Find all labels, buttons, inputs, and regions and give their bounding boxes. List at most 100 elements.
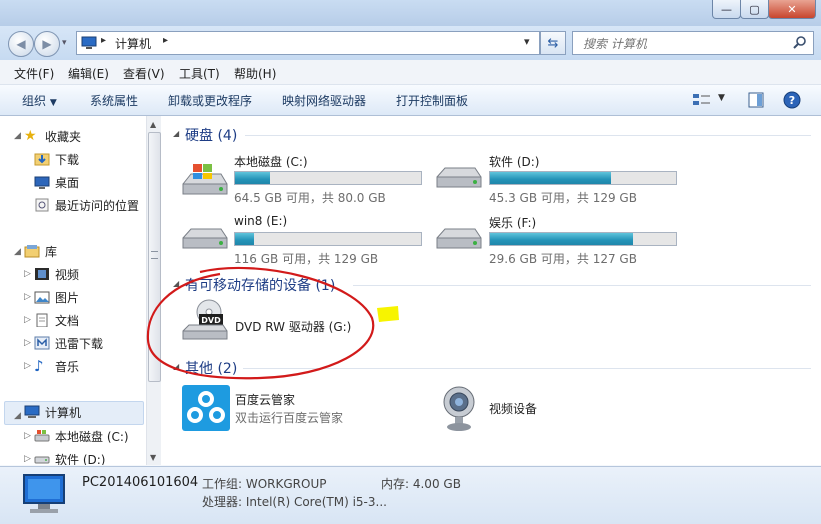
address-dropdown-icon[interactable]: ▾	[524, 35, 530, 48]
collapse-arrow-icon[interactable]: ▷	[24, 315, 31, 325]
menu-file[interactable]: 文件(F)	[14, 65, 54, 82]
history-dropdown-icon[interactable]: ▾	[62, 38, 67, 48]
yellow-highlight-mark	[377, 306, 399, 322]
search-icon[interactable]	[793, 35, 807, 49]
minimize-button[interactable]: —	[712, 0, 741, 19]
collapse-arrow-icon[interactable]: ▷	[24, 338, 31, 348]
drive-c[interactable]: 本地磁盘 (C:) 64.5 GB 可用，共 80.0 GB	[181, 149, 422, 207]
usage-bar-fill	[235, 172, 271, 184]
drive-name: 娱乐 (F:)	[489, 216, 537, 230]
command-bar: 组织 ▼ 系统属性 卸载或更改程序 映射网络驱动器 打开控制面板 ▼ ?	[0, 85, 821, 116]
group-divider	[353, 285, 811, 286]
organize-dropdown-icon: ▼	[49, 98, 57, 108]
help-icon[interactable]: ?	[783, 91, 801, 109]
drive-capacity: 45.3 GB 可用，共 129 GB	[489, 191, 637, 205]
nav-downloads[interactable]: 下载	[34, 149, 79, 169]
group-collapse-icon[interactable]: ◢	[173, 129, 179, 138]
expand-arrow-icon[interactable]: ◢	[14, 411, 21, 421]
close-button[interactable]: ✕	[768, 0, 816, 19]
back-button[interactable]: ◀	[8, 31, 34, 57]
collapse-arrow-icon[interactable]: ▷	[24, 454, 31, 464]
desktop-icon	[34, 176, 50, 189]
change-view-icon[interactable]	[692, 93, 712, 107]
address-crumb-chevron-icon[interactable]: ▸	[163, 35, 168, 46]
drive-d[interactable]: 软件 (D:) 45.3 GB 可用，共 129 GB	[435, 149, 685, 207]
baidu-cloud-item[interactable]: 百度云管家 双击运行百度云管家	[181, 384, 401, 434]
drive-name: 软件 (D:)	[489, 155, 540, 169]
address-separator-icon: ▸	[101, 35, 107, 46]
item-name: 百度云管家	[235, 393, 296, 407]
drive-capacity: 29.6 GB 可用，共 127 GB	[489, 252, 637, 266]
memory-info: 内存: 4.00 GB	[381, 477, 461, 491]
nav-pictures[interactable]: 图片	[34, 287, 79, 307]
xunlei-folder-icon	[34, 336, 50, 350]
expand-arrow-icon[interactable]: ◢	[14, 131, 21, 141]
pictures-icon	[34, 291, 50, 304]
item-subtitle: 双击运行百度云管家	[235, 411, 344, 425]
maximize-button[interactable]: ▢	[740, 0, 769, 19]
recent-places-icon	[35, 198, 49, 212]
nav-documents[interactable]: 文档	[34, 310, 79, 330]
drive-capacity: 64.5 GB 可用，共 80.0 GB	[234, 191, 386, 205]
star-icon: ★	[24, 128, 37, 144]
menu-view[interactable]: 查看(V)	[123, 65, 165, 82]
group-hard-drives[interactable]: 硬盘 (4)	[185, 125, 237, 145]
collapse-arrow-icon[interactable]: ▷	[24, 269, 31, 279]
preview-pane-icon[interactable]	[748, 92, 764, 108]
svg-text:?: ?	[789, 94, 795, 107]
processor-info: 处理器: Intel(R) Core(TM) i5-3...	[202, 495, 387, 509]
map-network-drive-button[interactable]: 映射网络驱动器	[282, 92, 366, 109]
drive-f[interactable]: 娱乐 (F:) 29.6 GB 可用，共 127 GB	[435, 210, 685, 268]
nav-favorites[interactable]: ★ 收藏夹	[24, 126, 81, 146]
libraries-icon	[24, 245, 40, 258]
nav-videos[interactable]: 视频	[34, 264, 79, 284]
drive-name: win8 (E:)	[234, 214, 288, 228]
nav-xunlei-downloads[interactable]: 迅雷下载	[34, 333, 103, 353]
scroll-down-icon[interactable]: ▼	[150, 453, 156, 462]
collapse-arrow-icon[interactable]: ▷	[24, 292, 31, 302]
uninstall-program-button[interactable]: 卸载或更改程序	[168, 92, 252, 109]
scroll-up-icon[interactable]: ▲	[150, 120, 156, 129]
expand-arrow-icon[interactable]: ◢	[14, 247, 21, 257]
view-options-dropdown-icon[interactable]: ▼	[718, 93, 725, 103]
nav-desktop[interactable]: 桌面	[34, 172, 79, 192]
menu-bar: 文件(F) 编辑(E) 查看(V) 工具(T) 帮助(H)	[0, 60, 821, 85]
menu-tools[interactable]: 工具(T)	[179, 65, 220, 82]
drive-icon	[436, 228, 482, 249]
nav-libraries[interactable]: 库	[24, 241, 57, 261]
back-arrow-icon: ◀	[16, 37, 26, 51]
item-name: 视频设备	[489, 402, 538, 416]
drive-icon	[182, 228, 228, 249]
nav-drive-c[interactable]: 本地磁盘 (C:)	[34, 426, 129, 446]
system-properties-button[interactable]: 系统属性	[90, 92, 138, 109]
pc-name: PC201406101604	[82, 475, 199, 490]
nav-drive-d[interactable]: 软件 (D:)	[34, 449, 105, 465]
usage-bar-fill	[490, 233, 634, 245]
address-bar[interactable]: ▸ 计算机 ▸ ▾	[76, 31, 540, 55]
collapse-arrow-icon[interactable]: ▷	[24, 361, 31, 371]
forward-arrow-icon: ▶	[42, 37, 52, 51]
forward-button[interactable]: ▶	[34, 31, 60, 57]
collapse-arrow-icon[interactable]: ▷	[24, 431, 31, 441]
nav-recent-places[interactable]: 最近访问的位置	[34, 195, 139, 215]
refresh-icon: ⇆	[547, 35, 559, 51]
usage-bar-fill	[235, 233, 254, 245]
search-input[interactable]	[581, 34, 785, 54]
red-annotation-circle	[146, 266, 375, 380]
music-note-icon: ♪	[34, 357, 44, 375]
open-control-panel-button[interactable]: 打开控制面板	[396, 92, 468, 109]
drive-name: 本地磁盘 (C:)	[234, 155, 308, 169]
address-crumb-computer[interactable]: 计算机	[115, 35, 151, 52]
menu-help[interactable]: 帮助(H)	[234, 65, 276, 82]
organize-button[interactable]: 组织 ▼	[22, 92, 57, 109]
search-box[interactable]	[572, 31, 814, 55]
computer-large-icon	[23, 474, 65, 513]
webcam-item[interactable]: 视频设备	[439, 384, 619, 434]
title-bar: — ▢ ✕	[0, 0, 821, 26]
nav-music[interactable]: ♪ 音乐	[34, 356, 79, 376]
computer-icon	[24, 405, 40, 418]
nav-computer[interactable]: 计算机	[24, 402, 81, 422]
downloads-folder-icon	[34, 153, 50, 166]
refresh-button[interactable]: ⇆	[540, 31, 566, 55]
menu-edit[interactable]: 编辑(E)	[68, 65, 109, 82]
